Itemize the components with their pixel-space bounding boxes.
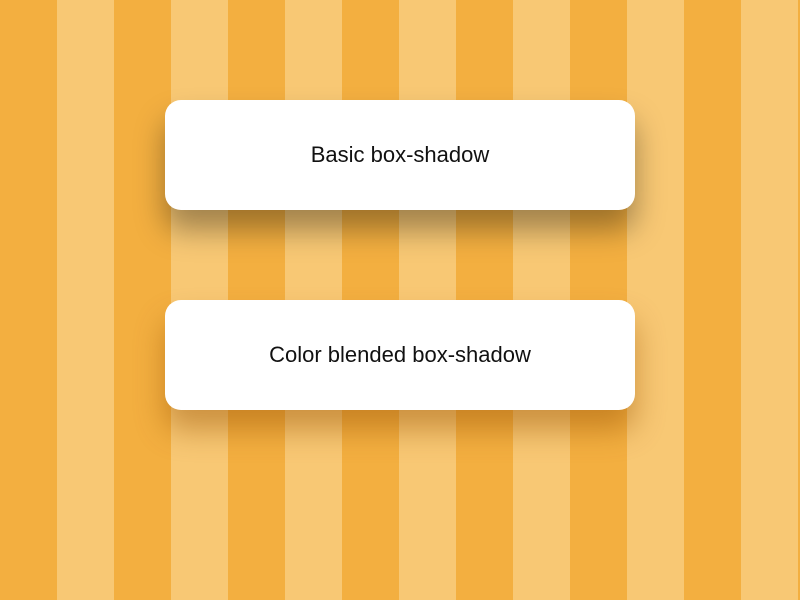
blended-box-shadow-card: Color blended box-shadow bbox=[165, 300, 635, 410]
basic-box-shadow-card: Basic box-shadow bbox=[165, 100, 635, 210]
blended-box-shadow-label: Color blended box-shadow bbox=[269, 342, 531, 368]
basic-box-shadow-label: Basic box-shadow bbox=[311, 142, 490, 168]
